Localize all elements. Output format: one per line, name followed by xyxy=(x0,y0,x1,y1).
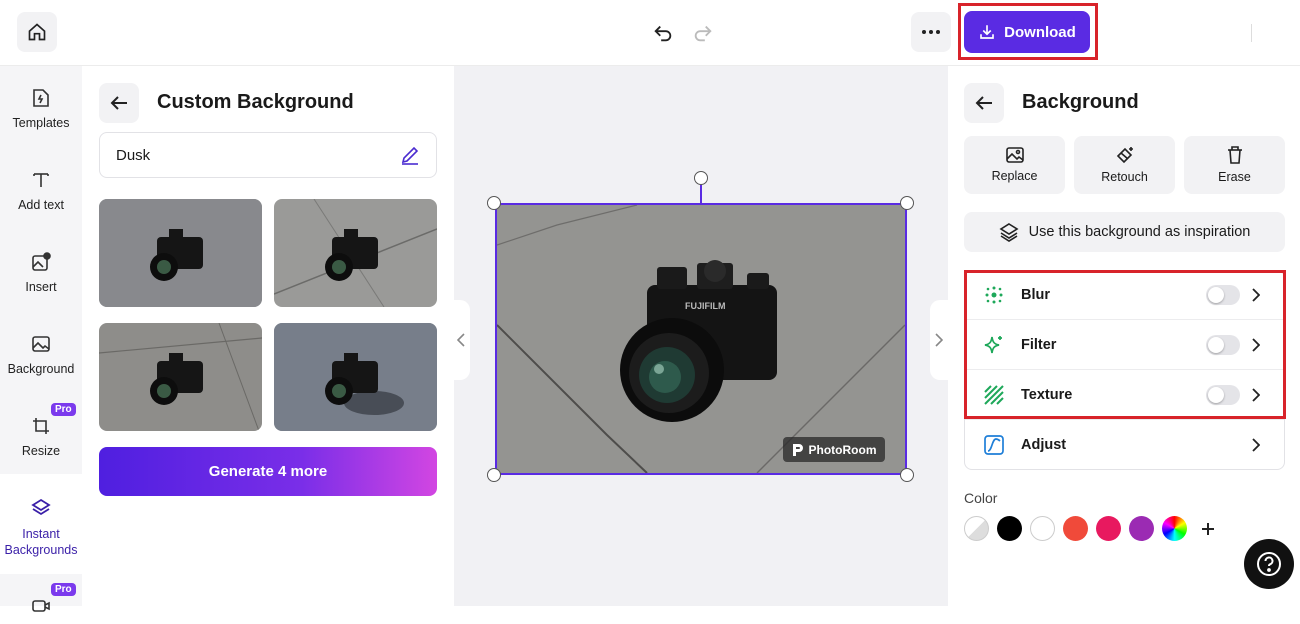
generate-more-label: Generate 4 more xyxy=(208,463,328,480)
add-color-button[interactable] xyxy=(1198,519,1218,539)
color-swatch-purple[interactable] xyxy=(1129,516,1154,541)
color-swatch-black[interactable] xyxy=(997,516,1022,541)
prompt-field[interactable]: Dusk xyxy=(99,132,437,178)
video-icon xyxy=(32,600,50,612)
collapse-left-panel-button[interactable] xyxy=(452,300,470,380)
plus-icon xyxy=(1202,523,1214,535)
nav-item-insert[interactable]: Insert xyxy=(0,250,82,294)
insert-image-icon xyxy=(32,252,51,271)
undo-icon xyxy=(654,25,672,42)
arrow-left-icon xyxy=(110,96,127,110)
pro-badge: Pro xyxy=(51,403,76,416)
undo-button[interactable] xyxy=(650,20,676,46)
replace-button[interactable]: Replace xyxy=(964,136,1065,194)
divider xyxy=(1251,24,1252,42)
photoroom-logo-icon xyxy=(792,443,803,456)
nav-item-background[interactable]: Background xyxy=(0,332,82,376)
nav-item-video[interactable] xyxy=(0,594,82,624)
nav-label: Background xyxy=(7,362,75,376)
help-icon xyxy=(1257,552,1281,576)
background-thumbnail[interactable] xyxy=(99,199,262,307)
generate-more-button[interactable]: Generate 4 more xyxy=(99,447,437,496)
redo-icon xyxy=(694,25,712,42)
chevron-left-icon xyxy=(457,333,465,347)
nav-item-resize[interactable]: Resize xyxy=(0,414,82,458)
top-bar: Download xyxy=(0,0,1300,66)
canvas-image[interactable]: FUJIFILM xyxy=(495,203,907,475)
pro-badge: Pro xyxy=(51,583,76,596)
adjust-icon xyxy=(984,435,1004,455)
background-panel-title: Background xyxy=(1022,91,1139,113)
chevron-right-icon xyxy=(1252,438,1260,452)
collapse-right-panel-button[interactable] xyxy=(930,300,948,380)
background-thumbnail[interactable] xyxy=(99,323,262,431)
color-swatch-orange-red[interactable] xyxy=(1063,516,1088,541)
resize-handle-bottom-left[interactable] xyxy=(487,468,501,482)
pencil-icon[interactable] xyxy=(400,145,420,165)
panel-title: Custom Background xyxy=(157,91,354,113)
nav-label: Instant Backgrounds xyxy=(4,527,78,557)
nav-item-instant-backgrounds[interactable]: Instant Backgrounds xyxy=(0,474,82,574)
camera-brand-text: FUJIFILM xyxy=(685,301,726,311)
nav-item-add-text[interactable]: Add text xyxy=(0,168,82,212)
arrow-left-icon xyxy=(975,96,992,110)
redo-button[interactable] xyxy=(690,20,716,46)
image-icon xyxy=(1005,147,1024,163)
crop-icon xyxy=(33,418,49,434)
rotate-handle[interactable] xyxy=(694,171,708,185)
color-swatch-white[interactable] xyxy=(1030,516,1055,541)
nav-label: Insert xyxy=(25,280,57,294)
eraser-sparkle-icon xyxy=(1116,147,1133,164)
trash-icon xyxy=(1227,146,1242,164)
options-highlight-box xyxy=(964,270,1286,419)
resize-handle-bottom-right[interactable] xyxy=(900,468,914,482)
color-swatch-pink[interactable] xyxy=(1096,516,1121,541)
background-back-button[interactable] xyxy=(964,83,1004,123)
retouch-button[interactable]: Retouch xyxy=(1074,136,1175,194)
templates-icon xyxy=(33,89,49,107)
background-icon xyxy=(32,336,50,352)
nav-label: Add text xyxy=(18,198,64,212)
nav-item-templates[interactable]: Templates xyxy=(0,86,82,130)
prompt-value: Dusk xyxy=(116,146,151,164)
text-icon xyxy=(33,173,49,187)
left-sidebar: Templates Add text Insert Background Res… xyxy=(0,66,82,612)
more-icon xyxy=(922,30,940,34)
nav-label: Resize xyxy=(21,444,61,458)
background-thumbnail[interactable] xyxy=(274,199,437,307)
home-icon xyxy=(28,23,46,41)
color-swatch-transparent[interactable] xyxy=(964,516,989,541)
back-button[interactable] xyxy=(99,83,139,123)
background-thumbnail[interactable] xyxy=(274,323,437,431)
use-as-inspiration-button[interactable]: Use this background as inspiration xyxy=(964,212,1285,252)
photoroom-watermark: PhotoRoom xyxy=(783,437,885,462)
resize-handle-top-left[interactable] xyxy=(487,196,501,210)
more-options-button[interactable] xyxy=(911,12,951,52)
adjust-option[interactable]: Adjust xyxy=(965,420,1284,470)
erase-button[interactable]: Erase xyxy=(1184,136,1285,194)
nav-label: Templates xyxy=(12,116,70,130)
resize-handle-top-right[interactable] xyxy=(900,196,914,210)
color-picker-rainbow[interactable] xyxy=(1162,516,1187,541)
download-highlight-box xyxy=(958,3,1098,60)
help-button[interactable] xyxy=(1244,539,1294,589)
home-button[interactable] xyxy=(17,12,57,52)
layers-icon xyxy=(999,223,1019,242)
layers-icon xyxy=(31,498,51,516)
chevron-right-icon xyxy=(935,333,943,347)
rotate-handle-stem xyxy=(700,185,702,203)
color-label: Color xyxy=(964,490,998,506)
